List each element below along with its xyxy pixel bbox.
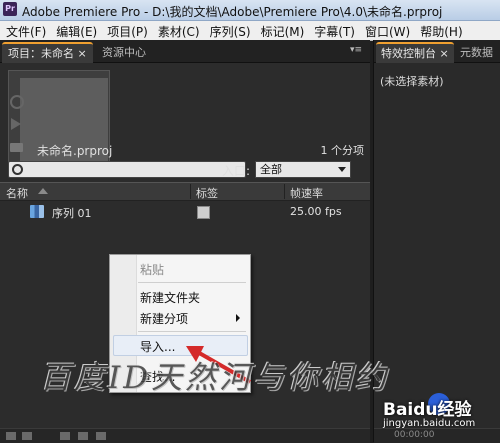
no-clip-selected-text: (未选择素材) <box>380 75 444 88</box>
column-divider[interactable] <box>190 184 191 199</box>
sequence-frame-rate: 25.00 fps <box>290 205 342 218</box>
sequence-name: 序列 01 <box>52 207 92 220</box>
folder-icon <box>10 143 23 152</box>
menu-item-new-item[interactable]: 新建分项 <box>140 310 188 327</box>
menu-title[interactable]: 字幕(T) <box>308 21 359 40</box>
baidu-logo: Baidu经验 <box>383 400 472 420</box>
tab-media-browser[interactable]: 资源中心 <box>96 43 152 62</box>
tab-metadata[interactable]: 元数据 <box>460 43 493 62</box>
tab-project[interactable]: 项目：未命名 × <box>2 42 93 63</box>
menu-window[interactable]: 窗口(W) <box>359 21 414 40</box>
column-label[interactable]: 标签 <box>196 185 218 201</box>
label-color-swatch[interactable] <box>197 206 210 219</box>
column-header: 名称 标签 帧速率 <box>0 182 370 201</box>
sequence-icon <box>30 205 44 218</box>
play-icon[interactable] <box>11 118 21 130</box>
menu-bar: 文件(F) 编辑(E) 项目(P) 素材(C) 序列(S) 标记(M) 字幕(T… <box>0 21 500 41</box>
premiere-logo-icon: Pr <box>3 2 17 16</box>
entry-label: 入口: <box>222 164 251 178</box>
new-item-icon[interactable] <box>78 432 88 440</box>
sort-ascending-icon[interactable] <box>38 188 48 194</box>
menu-project[interactable]: 项目(P) <box>101 21 152 40</box>
menu-file[interactable]: 文件(F) <box>0 21 50 40</box>
panel-menu-icon[interactable]: ▾≡ <box>350 45 362 55</box>
project-file-name: 未命名.prproj <box>37 144 113 158</box>
icon-view-icon[interactable] <box>22 432 32 440</box>
tab-effect-controls[interactable]: 特效控制台 × <box>376 42 454 63</box>
entry-select-value: 全部 <box>260 163 282 176</box>
search-input[interactable] <box>8 161 246 178</box>
menu-help[interactable]: 帮助(H) <box>414 21 466 40</box>
watermark-text: 百度ID天然河与你相约 <box>40 360 390 396</box>
menu-sequence[interactable]: 序列(S) <box>204 21 255 40</box>
effects-time-bar: 00:00:00 <box>374 428 500 443</box>
column-frame-rate[interactable]: 帧速率 <box>290 185 323 201</box>
timecode: 00:00:00 <box>394 430 435 440</box>
chevron-down-icon <box>338 167 346 172</box>
submenu-arrow-icon <box>236 314 240 322</box>
menu-item-new-bin[interactable]: 新建文件夹 <box>140 289 200 306</box>
new-bin-icon[interactable] <box>60 432 70 440</box>
window-title: Adobe Premiere Pro - D:\我的文档\Adobe\Premi… <box>22 5 443 19</box>
menu-clip[interactable]: 素材(C) <box>152 21 204 40</box>
menu-separator <box>138 282 246 283</box>
project-panel-footer <box>0 428 370 443</box>
table-row[interactable]: 序列 01 25.00 fps <box>0 203 370 221</box>
menu-edit[interactable]: 编辑(E) <box>50 21 101 40</box>
entry-select[interactable]: 全部 <box>255 161 351 178</box>
effects-tab-bar: 特效控制台 × 元数据 <box>374 40 500 63</box>
column-divider[interactable] <box>284 184 285 199</box>
menu-marker[interactable]: 标记(M) <box>255 21 309 40</box>
clear-icon[interactable] <box>96 432 106 440</box>
search-icon <box>12 164 23 175</box>
column-name[interactable]: 名称 <box>6 185 28 201</box>
menu-item-paste: 粘贴 <box>140 263 165 277</box>
effect-controls-panel: 特效控制台 × 元数据 (未选择素材) 00:00:00 <box>373 40 500 443</box>
menu-separator <box>138 331 246 332</box>
title-bar: Pr Adobe Premiere Pro - D:\我的文档\Adobe\Pr… <box>0 0 500 21</box>
list-view-icon[interactable] <box>6 432 16 440</box>
project-tab-bar: 项目：未命名 × 资源中心 ▾≡ <box>0 40 370 63</box>
item-count: 1 个分项 <box>320 144 365 157</box>
baidu-url: jingyan.baidu.com <box>383 418 476 429</box>
poster-frame-icon[interactable] <box>10 95 24 109</box>
